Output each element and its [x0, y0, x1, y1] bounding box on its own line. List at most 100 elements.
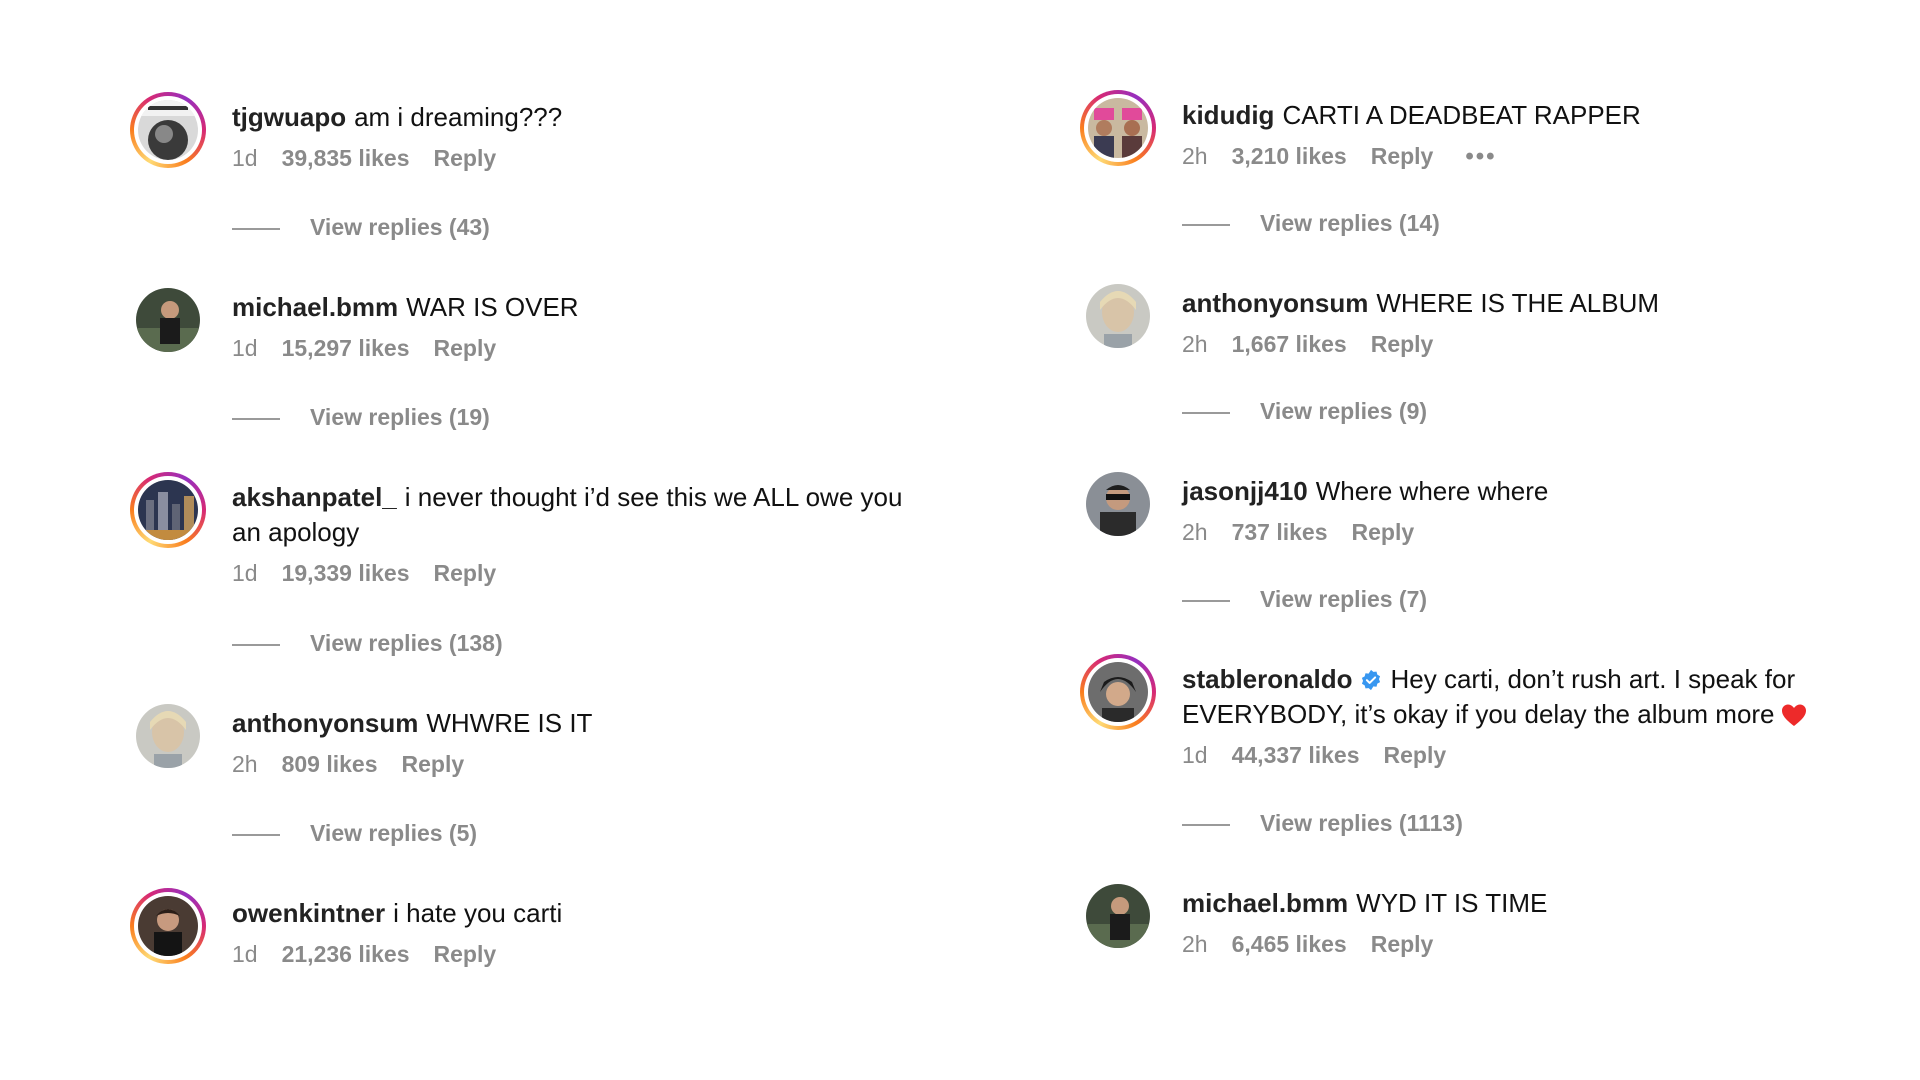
reply-button[interactable]: Reply: [434, 941, 497, 967]
comment-text-line: jasonjj410 Where where where: [1182, 474, 1920, 509]
replies-divider: [232, 417, 280, 420]
comment-text-line: owenkintner i hate you carti: [232, 896, 972, 931]
username-link[interactable]: jasonjj410: [1182, 476, 1308, 506]
avatar[interactable]: [130, 282, 206, 358]
likes-count[interactable]: 44,337 likes: [1232, 742, 1360, 768]
view-replies-button[interactable]: View replies (43): [232, 214, 490, 241]
timestamp[interactable]: 2h: [1182, 331, 1208, 357]
timestamp[interactable]: 1d: [232, 560, 258, 586]
reply-button[interactable]: Reply: [1371, 143, 1434, 169]
view-replies-button[interactable]: View replies (5): [232, 820, 477, 847]
username-link[interactable]: michael.bmm: [1182, 888, 1348, 918]
timestamp[interactable]: 1d: [1182, 742, 1208, 768]
comment-meta: 2h 6,465 likes Reply: [1182, 931, 1920, 958]
likes-count[interactable]: 15,297 likes: [282, 335, 410, 361]
photo-avatar-icon: [1086, 472, 1150, 536]
likes-count[interactable]: 21,236 likes: [282, 941, 410, 967]
view-replies-button[interactable]: View replies (19): [232, 404, 490, 431]
likes-count[interactable]: 809 likes: [282, 751, 378, 777]
photo-avatar-icon: [1088, 98, 1148, 158]
replies-divider: [232, 643, 280, 646]
reply-button[interactable]: Reply: [434, 560, 497, 586]
replies-divider: [1182, 823, 1230, 826]
comment-meta: 1d 44,337 likes Reply: [1182, 742, 1902, 769]
avatar[interactable]: [130, 92, 206, 168]
avatar[interactable]: [1080, 466, 1156, 542]
username-link[interactable]: anthonyonsum: [1182, 288, 1368, 318]
avatar[interactable]: [1080, 654, 1156, 730]
likes-count[interactable]: 39,835 likes: [282, 145, 410, 171]
comment-text: am i dreaming???: [354, 102, 563, 132]
view-replies-label: View replies (19): [310, 404, 490, 430]
comment-text-line: akshanpatel_ i never thought i’d see this…: [232, 480, 912, 550]
likes-count[interactable]: 19,339 likes: [282, 560, 410, 586]
timestamp[interactable]: 2h: [1182, 143, 1208, 169]
username-link[interactable]: stableronaldo: [1182, 664, 1352, 694]
comment-meta: 2h 809 likes Reply: [232, 751, 972, 778]
view-replies-label: View replies (7): [1260, 586, 1428, 612]
timestamp[interactable]: 2h: [232, 751, 258, 777]
timestamp[interactable]: 2h: [1182, 931, 1208, 957]
comment-text: WAR IS OVER: [406, 292, 579, 322]
view-replies-button[interactable]: View replies (138): [232, 630, 503, 657]
username-link[interactable]: tjgwuapo: [232, 102, 346, 132]
reply-button[interactable]: Reply: [1352, 519, 1415, 545]
view-replies-label: View replies (138): [310, 630, 503, 656]
photo-avatar-icon: [136, 704, 200, 768]
comment-text-line: michael.bmm WAR IS OVER: [232, 290, 972, 325]
timestamp[interactable]: 1d: [232, 145, 258, 171]
likes-count[interactable]: 6,465 likes: [1232, 931, 1347, 957]
username-link[interactable]: anthonyonsum: [232, 708, 418, 738]
more-options-icon[interactable]: •••: [1465, 143, 1496, 170]
comment-text-line: tjgwuapo am i dreaming???: [232, 100, 972, 135]
photo-avatar-icon: [1088, 662, 1148, 722]
username-link[interactable]: owenkintner: [232, 898, 385, 928]
timestamp[interactable]: 2h: [1182, 519, 1208, 545]
timestamp[interactable]: 1d: [232, 941, 258, 967]
comment-meta: 2h 1,667 likes Reply: [1182, 331, 1920, 358]
view-replies-button[interactable]: View replies (1113): [1182, 810, 1463, 837]
username-link[interactable]: akshanpatel_: [232, 482, 397, 512]
reply-button[interactable]: Reply: [402, 751, 465, 777]
photo-avatar-icon: [138, 896, 198, 956]
comment-meta: 1d 39,835 likes Reply: [232, 145, 972, 172]
likes-count[interactable]: 3,210 likes: [1232, 143, 1347, 169]
avatar[interactable]: [1080, 278, 1156, 354]
reply-button[interactable]: Reply: [1371, 931, 1434, 957]
timestamp[interactable]: 1d: [232, 335, 258, 361]
avatar[interactable]: [130, 888, 206, 964]
comment-meta: 1d 21,236 likes Reply: [232, 941, 972, 968]
username-link[interactable]: michael.bmm: [232, 292, 398, 322]
comment-meta: 2h 3,210 likes Reply •••: [1182, 143, 1920, 171]
view-replies-button[interactable]: View replies (14): [1182, 210, 1440, 237]
comment-text: Where where where: [1315, 476, 1549, 506]
view-replies-button[interactable]: View replies (9): [1182, 398, 1427, 425]
comment-meta: 1d 15,297 likes Reply: [232, 335, 972, 362]
verified-badge-icon: [1362, 669, 1381, 691]
view-replies-button[interactable]: View replies (7): [1182, 586, 1427, 613]
username-link[interactable]: kidudig: [1182, 100, 1274, 130]
reply-button[interactable]: Reply: [434, 335, 497, 361]
comment-meta: 1d 19,339 likes Reply: [232, 560, 912, 587]
replies-divider: [1182, 599, 1230, 602]
view-replies-label: View replies (9): [1260, 398, 1428, 424]
comment-text-line: anthonyonsum WHERE IS THE ALBUM: [1182, 286, 1920, 321]
view-replies-label: View replies (5): [310, 820, 478, 846]
avatar[interactable]: [1080, 878, 1156, 954]
comment-text: i hate you carti: [393, 898, 563, 928]
photo-avatar-icon: [138, 480, 198, 540]
reply-button[interactable]: Reply: [1371, 331, 1434, 357]
likes-count[interactable]: 1,667 likes: [1232, 331, 1347, 357]
comment-text: WYD IT IS TIME: [1356, 888, 1548, 918]
avatar[interactable]: [1080, 90, 1156, 166]
comment-text: WHERE IS THE ALBUM: [1376, 288, 1660, 318]
avatar[interactable]: [130, 698, 206, 774]
reply-button[interactable]: Reply: [1384, 742, 1447, 768]
reply-button[interactable]: Reply: [434, 145, 497, 171]
photo-avatar-icon: [1086, 884, 1150, 948]
photo-avatar-icon: [138, 100, 198, 160]
comment-meta: 2h 737 likes Reply: [1182, 519, 1920, 546]
avatar[interactable]: [130, 472, 206, 548]
replies-divider: [232, 227, 280, 230]
likes-count[interactable]: 737 likes: [1232, 519, 1328, 545]
